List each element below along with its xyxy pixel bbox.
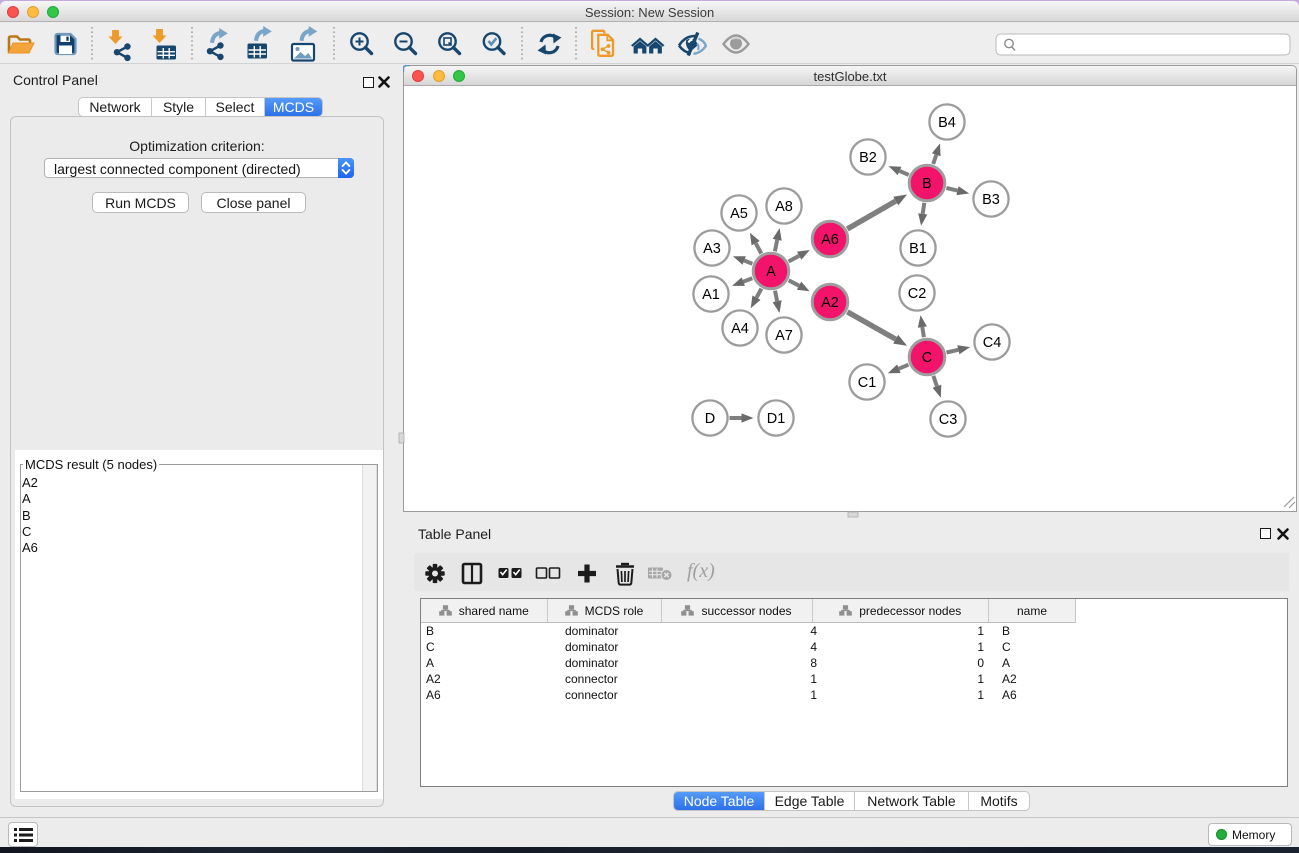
svg-text:A5: A5 [730,206,748,222]
svg-text:B1: B1 [909,241,927,257]
svg-text:D1: D1 [767,411,786,427]
svg-text:A3: A3 [703,241,721,257]
svg-text:A4: A4 [731,321,749,337]
svg-text:B2: B2 [859,150,877,166]
svg-text:A6: A6 [821,232,839,248]
svg-text:C4: C4 [983,335,1002,351]
svg-text:A1: A1 [702,287,720,303]
svg-text:D: D [705,411,715,427]
svg-text:B4: B4 [938,115,956,131]
svg-text:B3: B3 [982,192,1000,208]
svg-text:B: B [922,176,932,192]
svg-text:A8: A8 [775,199,793,215]
svg-text:C: C [922,350,932,366]
svg-text:C3: C3 [939,412,958,428]
svg-text:A2: A2 [821,295,839,311]
svg-text:A: A [766,264,776,280]
svg-text:C1: C1 [858,375,877,391]
svg-text:C2: C2 [908,286,927,302]
svg-text:A7: A7 [775,328,793,344]
